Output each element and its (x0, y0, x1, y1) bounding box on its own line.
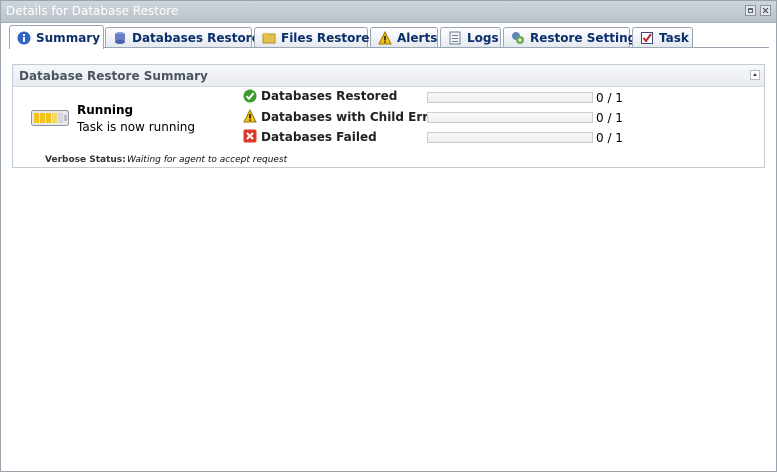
task-icon (641, 32, 653, 44)
close-icon[interactable] (760, 5, 771, 16)
stat-label-child-errors: Databases with Child Errors (261, 110, 450, 124)
tab-strip: Summary Databases Restored Files Restore… (9, 25, 769, 49)
log-icon (449, 31, 461, 45)
error-icon (243, 129, 257, 143)
database-icon (115, 32, 125, 44)
tab-alerts[interactable]: Alerts (370, 27, 438, 47)
stat-count-failed: 0 / 1 (596, 131, 623, 145)
stat-count-restored: 0 / 1 (596, 91, 623, 105)
progress-bar-child-errors (427, 112, 593, 123)
settings-icon (512, 32, 524, 44)
progress-bar-restored (427, 92, 593, 103)
tab-restore-settings[interactable]: Restore Settings (503, 27, 643, 47)
verbose-status-value: Waiting for agent to accept request (127, 155, 288, 165)
tab-divider (9, 47, 769, 48)
info-icon (17, 31, 31, 45)
tab-summary[interactable]: Summary (9, 25, 104, 49)
check-icon (243, 89, 257, 103)
tab-databases-restored[interactable]: Databases Restored (105, 27, 268, 47)
tab-files-restored[interactable]: Files Restored (254, 27, 378, 47)
tab-task[interactable]: Task (632, 27, 693, 47)
stat-label-restored: Databases Restored (261, 89, 398, 103)
stat-count-child-errors: 0 / 1 (596, 111, 623, 125)
progress-bar-failed (427, 132, 593, 143)
panel-title: Database Restore Summary (19, 69, 208, 83)
running-progress-icon (31, 110, 69, 126)
restore-summary-panel: Database Restore Summary Running Task is… (12, 64, 765, 168)
folder-icon (262, 33, 276, 44)
warning-icon (378, 31, 392, 45)
status-description: Task is now running (77, 120, 195, 134)
restore-details-window: Details for Database Restore Summary Dat… (0, 0, 777, 472)
verbose-status-label: Verbose Status: (45, 155, 126, 165)
panel-header[interactable]: Database Restore Summary (13, 65, 764, 87)
window-title: Details for Database Restore (6, 4, 179, 18)
stat-label-failed: Databases Failed (261, 130, 377, 144)
collapse-icon[interactable] (750, 70, 760, 80)
status-state: Running (77, 103, 134, 117)
title-bar[interactable]: Details for Database Restore (1, 1, 776, 23)
maximize-icon[interactable] (745, 5, 756, 16)
warning-icon (243, 109, 257, 123)
tab-logs[interactable]: Logs (440, 27, 501, 47)
